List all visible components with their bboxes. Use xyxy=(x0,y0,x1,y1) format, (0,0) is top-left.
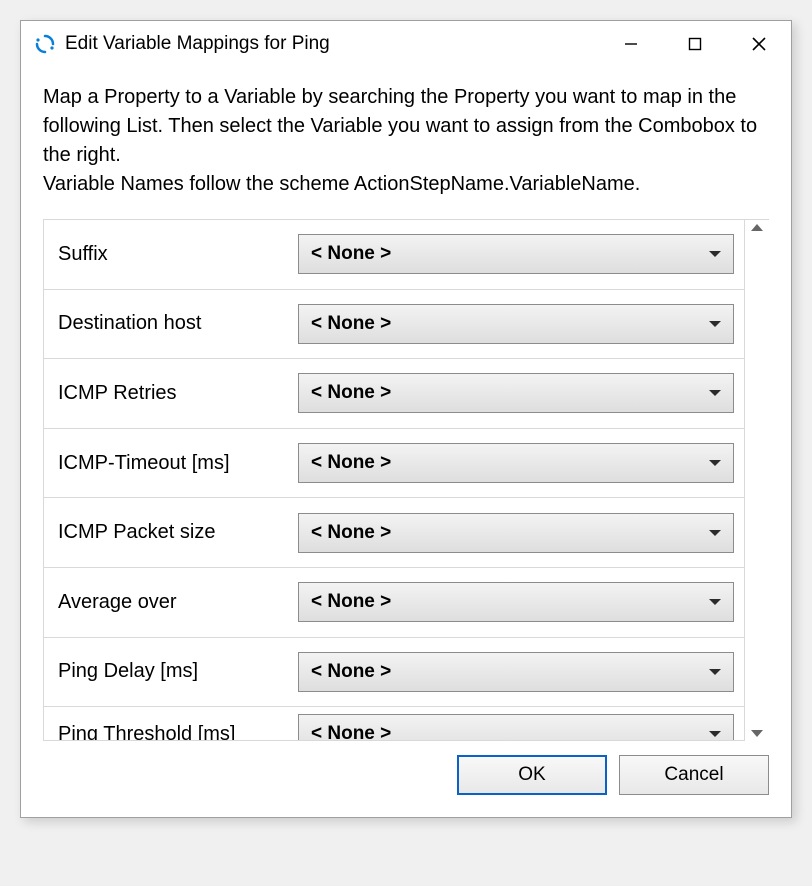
property-row-ping-delay: Ping Delay [ms] < None > xyxy=(43,638,745,708)
property-label: ICMP Packet size xyxy=(58,521,298,544)
dialog-window: Edit Variable Mappings for Ping xyxy=(20,20,792,818)
chevron-down-icon xyxy=(709,731,721,737)
chevron-down-icon xyxy=(709,251,721,257)
instructions-line2: Variable Names follow the scheme ActionS… xyxy=(43,173,640,195)
instructions-line1: Map a Property to a Variable by searchin… xyxy=(43,86,757,166)
chevron-down-icon xyxy=(709,599,721,605)
combobox-value: < None > xyxy=(311,313,709,335)
app-icon xyxy=(35,34,55,54)
variable-combobox-suffix[interactable]: < None > xyxy=(298,234,734,274)
maximize-button[interactable] xyxy=(663,21,727,67)
maximize-icon xyxy=(688,37,702,51)
chevron-down-icon xyxy=(709,460,721,466)
combobox-value: < None > xyxy=(311,452,709,474)
chevron-down-icon xyxy=(709,669,721,675)
property-label: Average over xyxy=(58,591,298,614)
combobox-value: < None > xyxy=(311,723,709,741)
combobox-value: < None > xyxy=(311,661,709,683)
dialog-footer: OK Cancel xyxy=(21,741,791,817)
variable-combobox-average-over[interactable]: < None > xyxy=(298,582,734,622)
variable-combobox-icmp-retries[interactable]: < None > xyxy=(298,373,734,413)
property-row-average-over: Average over < None > xyxy=(43,568,745,638)
property-label: Ping Delay [ms] xyxy=(58,660,298,683)
variable-combobox-destination-host[interactable]: < None > xyxy=(298,304,734,344)
variable-combobox-ping-delay[interactable]: < None > xyxy=(298,652,734,692)
window-controls xyxy=(599,21,791,67)
combobox-value: < None > xyxy=(311,382,709,404)
property-label: Ping Threshold [ms] xyxy=(58,723,298,741)
variable-combobox-icmp-packet-size[interactable]: < None > xyxy=(298,513,734,553)
property-label: ICMP-Timeout [ms] xyxy=(58,452,298,475)
property-row-destination-host: Destination host < None > xyxy=(43,290,745,360)
property-table: Suffix < None > Destination host < None … xyxy=(43,219,769,741)
instructions-text: Map a Property to a Variable by searchin… xyxy=(43,83,769,199)
property-label: Suffix xyxy=(58,243,298,266)
property-row-suffix: Suffix < None > xyxy=(43,220,745,290)
property-label: ICMP Retries xyxy=(58,382,298,405)
combobox-value: < None > xyxy=(311,591,709,613)
minimize-icon xyxy=(624,37,638,51)
chevron-down-icon xyxy=(709,530,721,536)
scroll-down-icon[interactable] xyxy=(751,730,763,737)
property-label: Destination host xyxy=(58,312,298,335)
chevron-down-icon xyxy=(709,390,721,396)
property-row-icmp-packet-size: ICMP Packet size < None > xyxy=(43,498,745,568)
close-button[interactable] xyxy=(727,21,791,67)
window-title: Edit Variable Mappings for Ping xyxy=(65,33,599,55)
scroll-up-icon[interactable] xyxy=(751,224,763,231)
chevron-down-icon xyxy=(709,321,721,327)
combobox-value: < None > xyxy=(311,243,709,265)
cancel-button[interactable]: Cancel xyxy=(619,755,769,795)
ok-button[interactable]: OK xyxy=(457,755,607,795)
titlebar: Edit Variable Mappings for Ping xyxy=(21,21,791,67)
property-row-icmp-retries: ICMP Retries < None > xyxy=(43,359,745,429)
minimize-button[interactable] xyxy=(599,21,663,67)
vertical-scrollbar[interactable] xyxy=(745,220,769,741)
content-area: Map a Property to a Variable by searchin… xyxy=(21,67,791,741)
variable-combobox-ping-threshold[interactable]: < None > xyxy=(298,714,734,741)
variable-combobox-icmp-timeout[interactable]: < None > xyxy=(298,443,734,483)
property-rows: Suffix < None > Destination host < None … xyxy=(43,220,745,741)
property-row-ping-threshold: Ping Threshold [ms] < None > xyxy=(43,707,745,741)
combobox-value: < None > xyxy=(311,522,709,544)
close-icon xyxy=(751,36,767,52)
property-row-icmp-timeout: ICMP-Timeout [ms] < None > xyxy=(43,429,745,499)
